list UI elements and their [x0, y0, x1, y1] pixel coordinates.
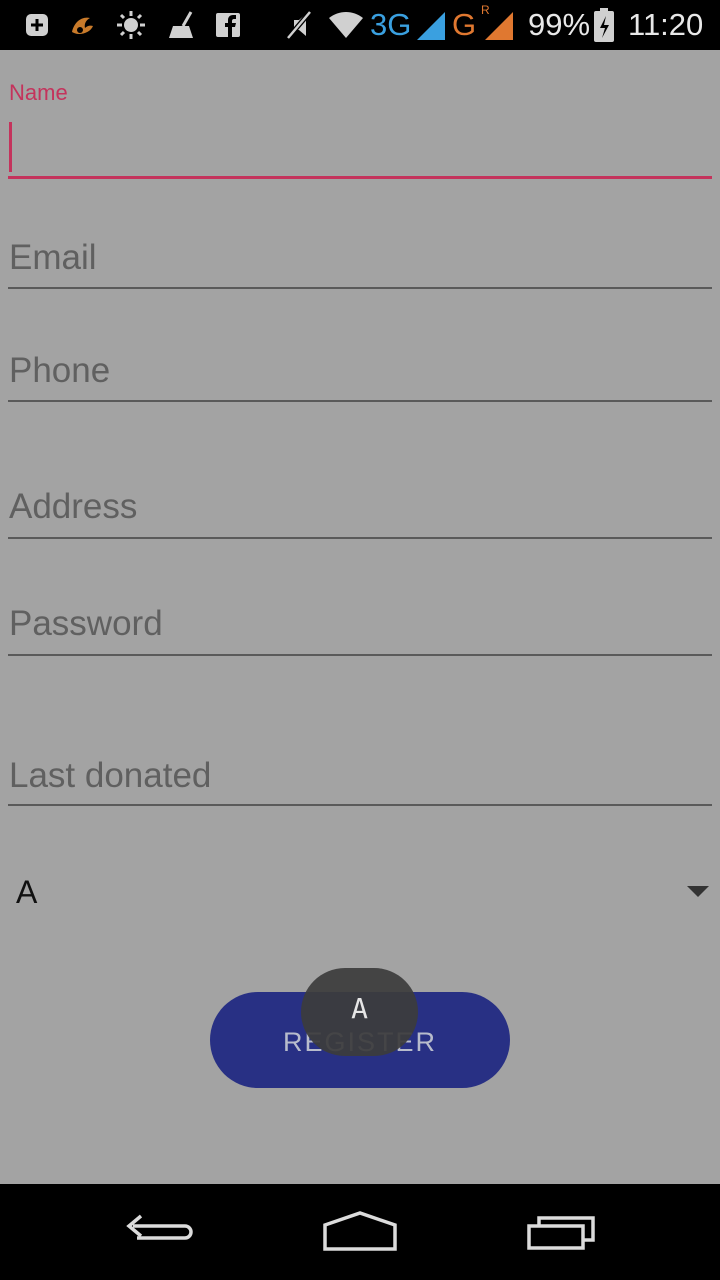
- password-underline: [8, 654, 712, 656]
- wifi-icon: [326, 8, 366, 42]
- facebook-icon: [214, 8, 242, 42]
- last-donated-placeholder: Last donated: [9, 756, 212, 795]
- name-underline: [8, 176, 712, 179]
- phone-underline: [8, 400, 712, 402]
- navigation-bar: [0, 1184, 720, 1280]
- text-cursor: [9, 122, 12, 172]
- add-box-icon: [22, 8, 52, 42]
- status-bar: 3G G R 99% 11:20: [0, 0, 720, 50]
- address-field[interactable]: Address: [8, 480, 712, 542]
- name-field[interactable]: Name: [8, 80, 712, 180]
- last-donated-field[interactable]: Last donated: [8, 748, 712, 810]
- address-underline: [8, 537, 712, 539]
- email-placeholder: Email: [9, 238, 97, 277]
- password-placeholder: Password: [9, 604, 163, 643]
- toast-message: A: [301, 968, 418, 1056]
- clock: 11:20: [628, 7, 704, 42]
- signal-g-roaming-icon: [482, 8, 516, 42]
- email-field[interactable]: Email: [8, 230, 712, 292]
- home-icon[interactable]: [305, 1206, 415, 1258]
- email-underline: [8, 287, 712, 289]
- mute-icon: [282, 8, 316, 42]
- phone-field[interactable]: Phone: [8, 344, 712, 406]
- back-icon[interactable]: [104, 1206, 214, 1258]
- signal-3g-icon: [414, 8, 448, 42]
- password-field[interactable]: Password: [8, 598, 712, 660]
- address-placeholder: Address: [9, 487, 138, 526]
- uc-browser-icon: [66, 8, 100, 42]
- battery-percent: 99%: [528, 7, 591, 42]
- last-donated-underline: [8, 804, 712, 806]
- registration-form: Name Email Phone Address Password Last d…: [0, 50, 720, 1184]
- blood-group-value: A: [16, 874, 38, 910]
- battery-charging-icon: [592, 8, 616, 42]
- brightness-icon: [114, 8, 148, 42]
- network-g-label: G: [452, 7, 477, 42]
- toast-text: A: [351, 991, 368, 1025]
- cleaner-icon: [164, 8, 198, 42]
- network-3g-label: 3G: [370, 7, 412, 42]
- recents-icon[interactable]: [506, 1206, 616, 1258]
- name-label: Name: [9, 80, 68, 105]
- phone-placeholder: Phone: [9, 351, 111, 390]
- blood-group-spinner[interactable]: A: [8, 860, 712, 930]
- dropdown-arrow-icon: [687, 886, 709, 897]
